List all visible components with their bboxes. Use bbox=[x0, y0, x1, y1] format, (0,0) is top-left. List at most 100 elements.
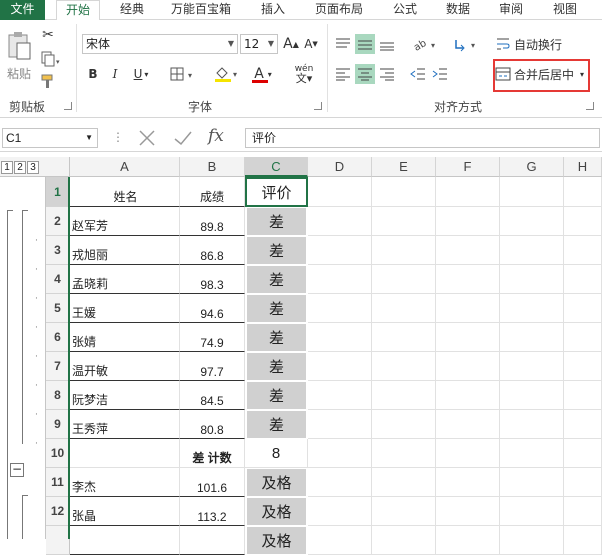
cell-name[interactable]: 王媛 bbox=[70, 294, 180, 323]
tab-data[interactable]: 数据 bbox=[438, 0, 478, 20]
underline-button[interactable]: U ▾ bbox=[128, 64, 154, 84]
empty-cell[interactable] bbox=[500, 323, 564, 352]
cell-name[interactable]: 姓名 bbox=[70, 177, 180, 207]
cell-score[interactable]: 101.6 bbox=[180, 468, 245, 497]
decrease-indent-button[interactable] bbox=[408, 64, 428, 84]
cell-name[interactable]: 孟晓莉 bbox=[70, 265, 180, 294]
empty-cell[interactable] bbox=[564, 410, 602, 439]
empty-cell[interactable] bbox=[500, 207, 564, 236]
empty-cell[interactable] bbox=[372, 323, 436, 352]
cell-score[interactable]: 94.6 bbox=[180, 294, 245, 323]
tab-formulas[interactable]: 公式 bbox=[385, 0, 425, 20]
empty-cell[interactable] bbox=[308, 265, 372, 294]
cell-evaluation[interactable]: 差 bbox=[246, 265, 307, 294]
cell-evaluation[interactable]: 8 bbox=[245, 439, 308, 468]
grow-font-button[interactable]: A ▲ bbox=[282, 34, 300, 54]
empty-cell[interactable] bbox=[308, 381, 372, 410]
borders-button[interactable]: ▾ bbox=[168, 64, 198, 84]
empty-cell[interactable] bbox=[564, 468, 602, 497]
text-direction-button[interactable]: ▾ bbox=[452, 34, 480, 54]
cell-score[interactable]: 86.8 bbox=[180, 236, 245, 265]
empty-cell[interactable] bbox=[372, 381, 436, 410]
empty-cell[interactable] bbox=[564, 439, 602, 468]
increase-indent-button[interactable] bbox=[430, 64, 450, 84]
cell-evaluation[interactable]: 差 bbox=[246, 323, 307, 352]
alignment-launcher-icon[interactable] bbox=[586, 102, 594, 110]
phonetic-guide-button[interactable]: wén 文▾ bbox=[288, 62, 320, 86]
row-header[interactable]: 9 bbox=[46, 410, 70, 439]
empty-cell[interactable] bbox=[564, 352, 602, 381]
fill-color-button[interactable]: ▾ bbox=[212, 64, 242, 84]
cell-evaluation[interactable]: 差 bbox=[246, 410, 307, 439]
orientation-button[interactable]: ab ▾ bbox=[412, 34, 440, 54]
empty-cell[interactable] bbox=[500, 526, 564, 555]
empty-cell[interactable] bbox=[308, 294, 372, 323]
cell-evaluation[interactable]: 评价 bbox=[245, 177, 308, 207]
italic-button[interactable]: I bbox=[106, 64, 124, 84]
tab-classic[interactable]: 经典 bbox=[108, 0, 156, 20]
empty-cell[interactable] bbox=[500, 265, 564, 294]
empty-cell[interactable] bbox=[564, 177, 602, 207]
empty-cell[interactable] bbox=[308, 236, 372, 265]
cell-score[interactable]: 89.8 bbox=[180, 207, 245, 236]
empty-cell[interactable] bbox=[564, 497, 602, 526]
empty-cell[interactable] bbox=[500, 381, 564, 410]
empty-cell[interactable] bbox=[564, 526, 602, 555]
empty-cell[interactable] bbox=[500, 294, 564, 323]
cell-score[interactable]: 成绩 bbox=[180, 177, 245, 207]
cell-score[interactable]: 差 计数 bbox=[180, 439, 245, 468]
font-color-button[interactable]: A ▾ bbox=[248, 64, 278, 84]
row-header[interactable]: 1 bbox=[46, 177, 70, 207]
row-header[interactable]: 10 bbox=[46, 439, 70, 468]
cell-name[interactable]: 张晶 bbox=[70, 497, 180, 526]
empty-cell[interactable] bbox=[436, 323, 500, 352]
empty-cell[interactable] bbox=[308, 177, 372, 207]
cell-evaluation[interactable]: 及格 bbox=[246, 468, 307, 497]
empty-cell[interactable] bbox=[564, 294, 602, 323]
empty-cell[interactable] bbox=[372, 294, 436, 323]
cell-score[interactable]: 74.9 bbox=[180, 323, 245, 352]
empty-cell[interactable] bbox=[500, 177, 564, 207]
wrap-text-button[interactable]: 自动换行 bbox=[495, 34, 575, 54]
cell-name[interactable]: 温开敏 bbox=[70, 352, 180, 381]
align-right-button[interactable] bbox=[377, 64, 397, 84]
empty-cell[interactable] bbox=[564, 265, 602, 294]
cell-name[interactable]: 王秀萍 bbox=[70, 410, 180, 439]
cell-name[interactable]: 阮梦洁 bbox=[70, 381, 180, 410]
tab-toolbox[interactable]: 万能百宝箱 bbox=[160, 0, 242, 20]
empty-cell[interactable] bbox=[372, 410, 436, 439]
row-header[interactable]: 11 bbox=[46, 468, 70, 497]
cell-name[interactable]: 赵军芳 bbox=[70, 207, 180, 236]
empty-cell[interactable] bbox=[372, 352, 436, 381]
empty-cell[interactable] bbox=[308, 323, 372, 352]
empty-cell[interactable] bbox=[436, 526, 500, 555]
cell-name[interactable] bbox=[70, 439, 180, 468]
enter-icon[interactable] bbox=[172, 128, 196, 148]
row-header[interactable]: 2 bbox=[46, 207, 70, 236]
tab-home[interactable]: 开始 bbox=[56, 0, 100, 21]
name-box[interactable]: C1 ▼ bbox=[2, 128, 98, 148]
tab-page-layout[interactable]: 页面布局 bbox=[305, 0, 373, 20]
align-center-button[interactable] bbox=[355, 64, 375, 84]
cell-score[interactable]: 113.2 bbox=[180, 497, 245, 526]
cell-score[interactable]: 98.3 bbox=[180, 265, 245, 294]
empty-cell[interactable] bbox=[436, 294, 500, 323]
cell-evaluation[interactable]: 及格 bbox=[246, 526, 307, 555]
empty-cell[interactable] bbox=[436, 207, 500, 236]
empty-cell[interactable] bbox=[308, 410, 372, 439]
align-bottom-button[interactable] bbox=[377, 34, 397, 54]
cell-score[interactable] bbox=[180, 526, 245, 555]
empty-cell[interactable] bbox=[500, 439, 564, 468]
tab-view[interactable]: 视图 bbox=[545, 0, 585, 20]
cell-name[interactable]: 张婧 bbox=[70, 323, 180, 352]
tab-file[interactable]: 文件 bbox=[0, 0, 45, 20]
cell-evaluation[interactable]: 差 bbox=[246, 294, 307, 323]
row-header[interactable]: 12 bbox=[46, 497, 70, 526]
bold-button[interactable]: B bbox=[84, 64, 102, 84]
cell-score[interactable]: 80.8 bbox=[180, 410, 245, 439]
font-size-dropdown[interactable]: 12 ▼ bbox=[240, 34, 278, 54]
cell-score[interactable]: 84.5 bbox=[180, 381, 245, 410]
cut-icon[interactable]: ✂ bbox=[38, 26, 58, 44]
format-painter-icon[interactable] bbox=[38, 72, 58, 90]
empty-cell[interactable] bbox=[436, 439, 500, 468]
